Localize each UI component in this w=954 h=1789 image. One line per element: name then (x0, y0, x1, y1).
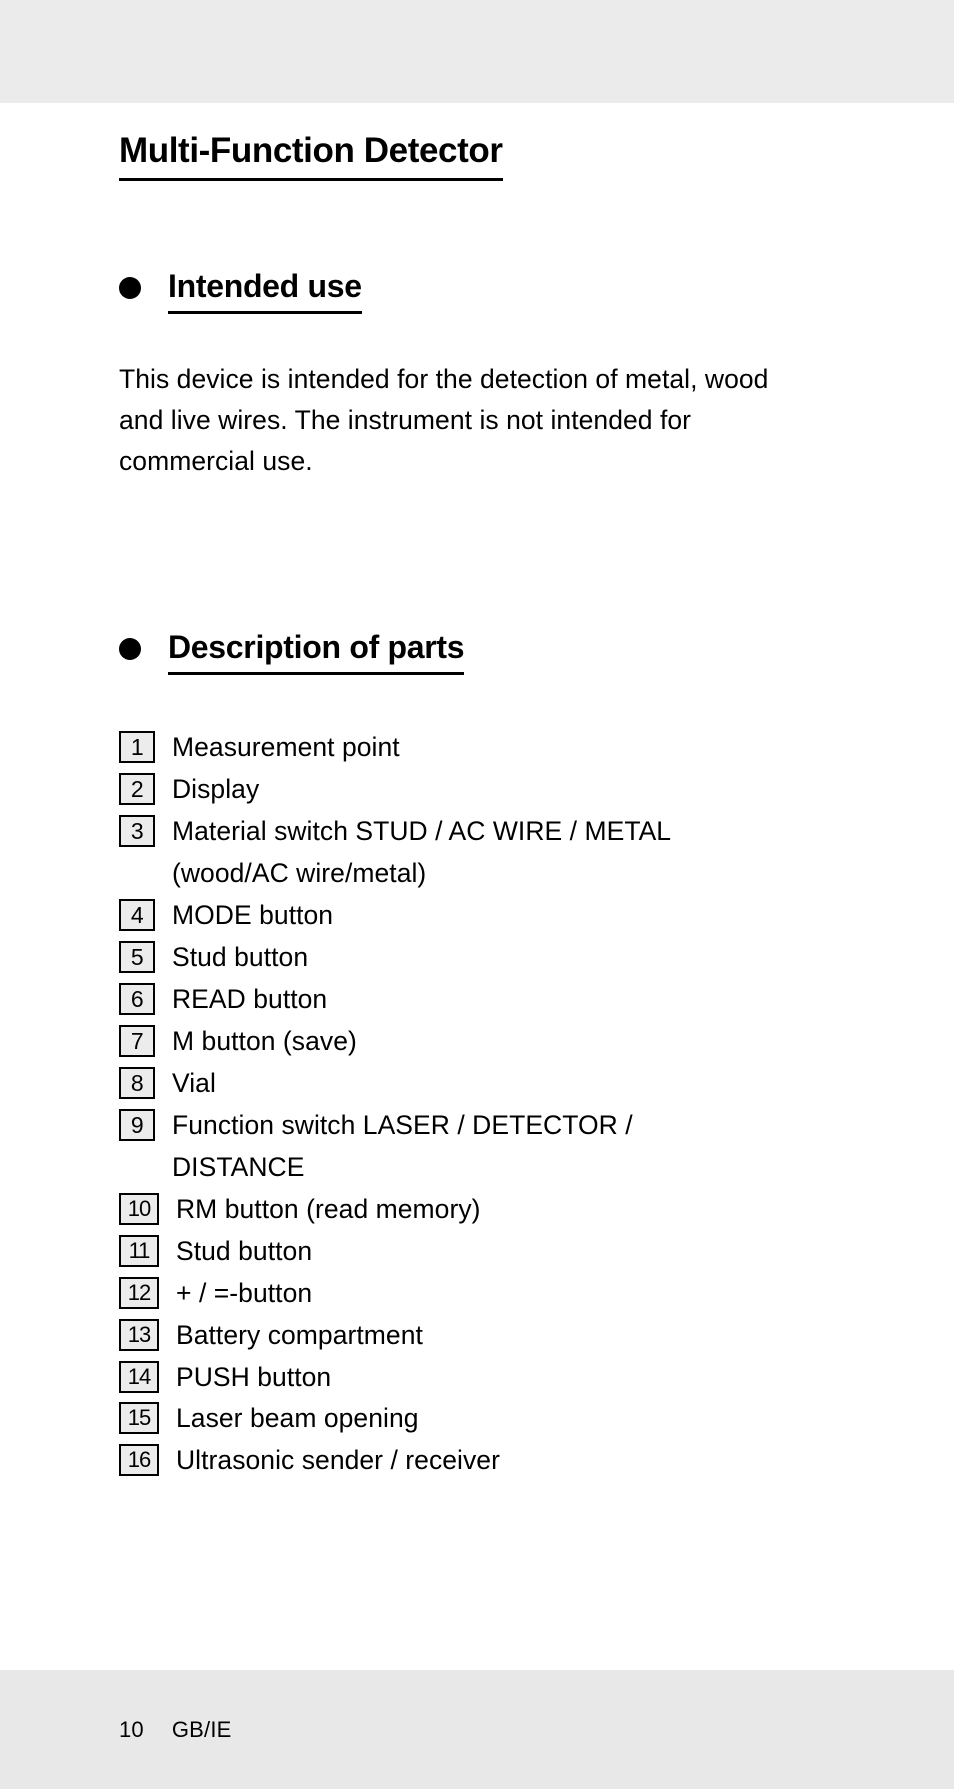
footer-locale: GB/IE (171, 1716, 232, 1742)
part-list-item: 11 Stud button (119, 1231, 844, 1272)
part-list-item: 8 Vial (119, 1063, 844, 1104)
part-number-box: 13 (119, 1318, 159, 1351)
part-label: PUSH button (176, 1361, 332, 1392)
part-label: READ button (172, 984, 328, 1015)
part-label: Function switch LASER / DETECTOR / (172, 1109, 633, 1140)
part-number-box: 3 (119, 815, 155, 848)
part-number-box: 7 (119, 1025, 155, 1058)
part-number-box: 14 (119, 1360, 159, 1393)
parts-list: 1 Measurement point 2 Display 3 Material swit… (119, 727, 844, 1481)
content-inner-column: Multi-Function Detector Intended use Thi… (119, 103, 844, 1481)
part-label: Stud button (172, 942, 309, 973)
part-number-box: 10 (119, 1192, 159, 1225)
part-number-box: 2 (119, 773, 155, 806)
part-list-item: 7 M button (save) (119, 1021, 844, 1062)
part-list-item: 14 PUSH button (119, 1357, 844, 1398)
section-description-of-parts: Description of parts 1 Measurement point 2… (119, 630, 844, 1481)
part-number-box: 1 (119, 731, 155, 764)
part-number-box: 6 (119, 983, 155, 1016)
manual-page: Multi-Function Detector Intended use Thi… (0, 0, 954, 1789)
part-label: M button (save) (172, 1026, 357, 1057)
part-label: Battery compartment (176, 1319, 423, 1350)
part-label: RM button (read memory) (176, 1193, 481, 1224)
part-number-box: 9 (119, 1108, 155, 1141)
part-list-item-continuation: (wood/AC wire/metal) (119, 853, 844, 894)
part-number-box: 15 (119, 1402, 159, 1435)
part-list-item: 4 MODE button (119, 895, 844, 936)
part-label: Material switch STUD / AC WIRE / METAL (172, 816, 672, 847)
part-list-item: 6 READ button (119, 979, 844, 1020)
page-title-wrapper: Multi-Function Detector (119, 103, 844, 182)
page-footer: 10 GB/IE (0, 1670, 954, 1789)
part-label-continuation: DISTANCE (172, 1151, 305, 1182)
part-number-box: 5 (119, 941, 155, 974)
part-label: Vial (172, 1067, 216, 1098)
part-label: Display (172, 774, 260, 805)
part-label: MODE button (172, 900, 334, 931)
part-number-box: 8 (119, 1066, 155, 1099)
part-number-box: 4 (119, 899, 155, 932)
top-gray-band (0, 0, 954, 103)
heading-description-of-parts-row: Description of parts (119, 629, 844, 676)
intended-use-paragraph: This device is intended for the detectio… (119, 364, 769, 477)
heading-intended-use-underline: Intended use (168, 268, 362, 315)
part-list-item: 2 Display (119, 769, 844, 810)
part-list-item: 1 Measurement point (119, 727, 844, 768)
page-title: Multi-Function Detector (119, 103, 503, 182)
part-list-item: 10 RM button (read memory) (119, 1189, 844, 1230)
part-number-box: 16 (119, 1444, 159, 1477)
part-list-item-continuation: DISTANCE (119, 1147, 844, 1188)
heading-description-of-parts: Description of parts (168, 629, 465, 666)
part-label: Ultrasonic sender / receiver (176, 1445, 500, 1476)
heading-intended-use-row: Intended use (119, 268, 844, 315)
part-label: Stud button (176, 1235, 313, 1266)
page-content: Multi-Function Detector Intended use Thi… (0, 103, 954, 1482)
heading-intended-use: Intended use (168, 268, 362, 305)
part-list-item: 13 Battery compartment (119, 1315, 844, 1356)
footer-page-number: 10 (119, 1716, 144, 1742)
filled-circle-bullet-icon (119, 277, 141, 300)
part-label-continuation: (wood/AC wire/metal) (172, 858, 427, 889)
part-list-item: 9 Function switch LASER / DETECTOR / (119, 1105, 844, 1146)
part-list-item: 5 Stud button (119, 937, 844, 978)
filled-circle-bullet-icon (119, 638, 141, 661)
footer-text-group: 10 GB/IE (119, 1717, 232, 1743)
part-number-box: 12 (119, 1276, 159, 1309)
part-list-item: 16 Ultrasonic sender / receiver (119, 1440, 844, 1481)
part-label: Measurement point (172, 732, 400, 763)
part-list-item: 15 Laser beam opening (119, 1398, 844, 1439)
part-label: Laser beam opening (176, 1403, 419, 1434)
part-label: + / =-button (176, 1277, 313, 1308)
heading-description-of-parts-underline: Description of parts (168, 629, 465, 676)
part-list-item: 3 Material switch STUD / AC WIRE / METAL (119, 811, 844, 852)
section-intended-use: Intended use This device is intended for… (119, 269, 844, 482)
part-list-item: 12 + / =-button (119, 1273, 844, 1314)
part-number-box: 11 (119, 1234, 159, 1267)
